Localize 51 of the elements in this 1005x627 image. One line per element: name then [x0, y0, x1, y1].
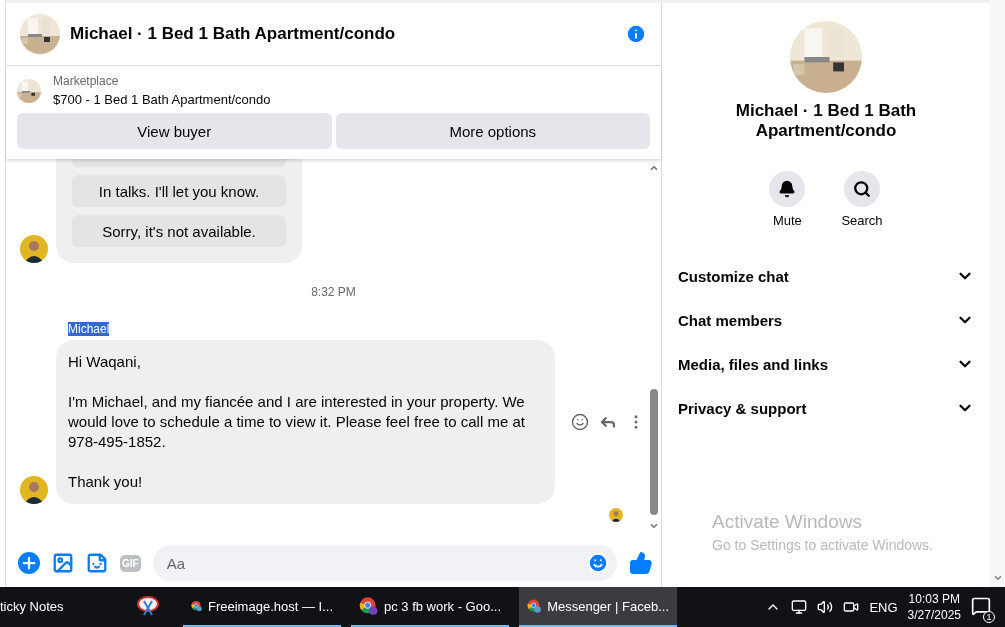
mute-button[interactable] — [769, 171, 806, 207]
sticker-icon[interactable] — [86, 552, 108, 574]
avatar — [609, 508, 623, 522]
quick-reply-button[interactable]: Sorry, it's not available. — [72, 215, 286, 247]
scroll-down-icon[interactable] — [649, 521, 659, 531]
listing-title: $700 - 1 Bed 1 Bath Apartment/condo — [53, 92, 271, 107]
react-icon[interactable] — [571, 413, 589, 431]
listing-label: Marketplace — [53, 74, 120, 88]
message-field[interactable]: Aa — [152, 545, 617, 581]
volume-icon[interactable] — [817, 599, 834, 615]
section-header[interactable]: Privacy & support — [678, 386, 974, 430]
sender-name: Michael — [68, 322, 110, 336]
quick-reply-button[interactable]: In talks. I'll let you know. — [72, 175, 286, 207]
message-text: Thank you! — [68, 472, 144, 492]
image-icon[interactable] — [52, 552, 74, 574]
section-header[interactable]: Media, files and links — [678, 342, 974, 386]
emoji-icon[interactable] — [587, 552, 609, 574]
timestamp: 8:32 PM — [310, 285, 357, 299]
like-icon[interactable] — [629, 551, 653, 575]
search-icon — [853, 180, 871, 198]
taskbar-app[interactable]: ticky Notes — [0, 587, 120, 627]
message-text: I'm Michael, and my fiancée and I are interested in your property. We would love to schedule a time to view it. Please feel free to call me at 978-495-1852. — [68, 392, 526, 452]
message-text: Hi Waqani, — [68, 352, 142, 372]
avatar — [20, 235, 48, 263]
section-header[interactable]: Customize chat — [678, 254, 974, 298]
add-icon[interactable] — [18, 552, 40, 574]
activation-text: Go to Settings to activate Windows. — [712, 537, 933, 553]
listing-button[interactable]: View buyer — [17, 113, 332, 149]
taskbar-app[interactable]: pc 3 fb work - Goo... — [351, 587, 509, 627]
scrollbar-thumb[interactable] — [650, 389, 658, 515]
browser-icon — [359, 594, 378, 618]
taskbar-app[interactable]: Messenger | Faceb... — [519, 587, 677, 627]
bell-icon — [778, 180, 797, 198]
info-icon[interactable] — [625, 23, 647, 45]
network-icon[interactable] — [791, 599, 808, 615]
clock[interactable]: 10:03 PM 3/27/2025 — [907, 591, 961, 623]
section-header[interactable]: Chat members — [678, 298, 974, 342]
listing-button[interactable]: More options — [335, 113, 650, 149]
scroll-up-icon[interactable] — [649, 163, 659, 173]
chat-title: Michael · 1 Bed 1 Bath Apartment/condo — [70, 24, 397, 44]
avatar — [20, 476, 48, 504]
conversation-title: Michael · 1 Bed 1 Bath Apartment/condo — [734, 101, 918, 141]
action-label: Mute — [772, 213, 802, 228]
search-button[interactable] — [844, 171, 880, 207]
language-indicator[interactable]: ENG — [869, 599, 898, 615]
scissors-icon — [136, 595, 160, 617]
activation-title: Activate Windows — [712, 511, 863, 533]
message-input[interactable]: Aa — [164, 553, 587, 573]
scroll-down-icon[interactable] — [992, 573, 1003, 583]
action-label: Search — [841, 213, 883, 228]
taskbar-app[interactable]: Freeimage.host — I... — [183, 587, 341, 627]
